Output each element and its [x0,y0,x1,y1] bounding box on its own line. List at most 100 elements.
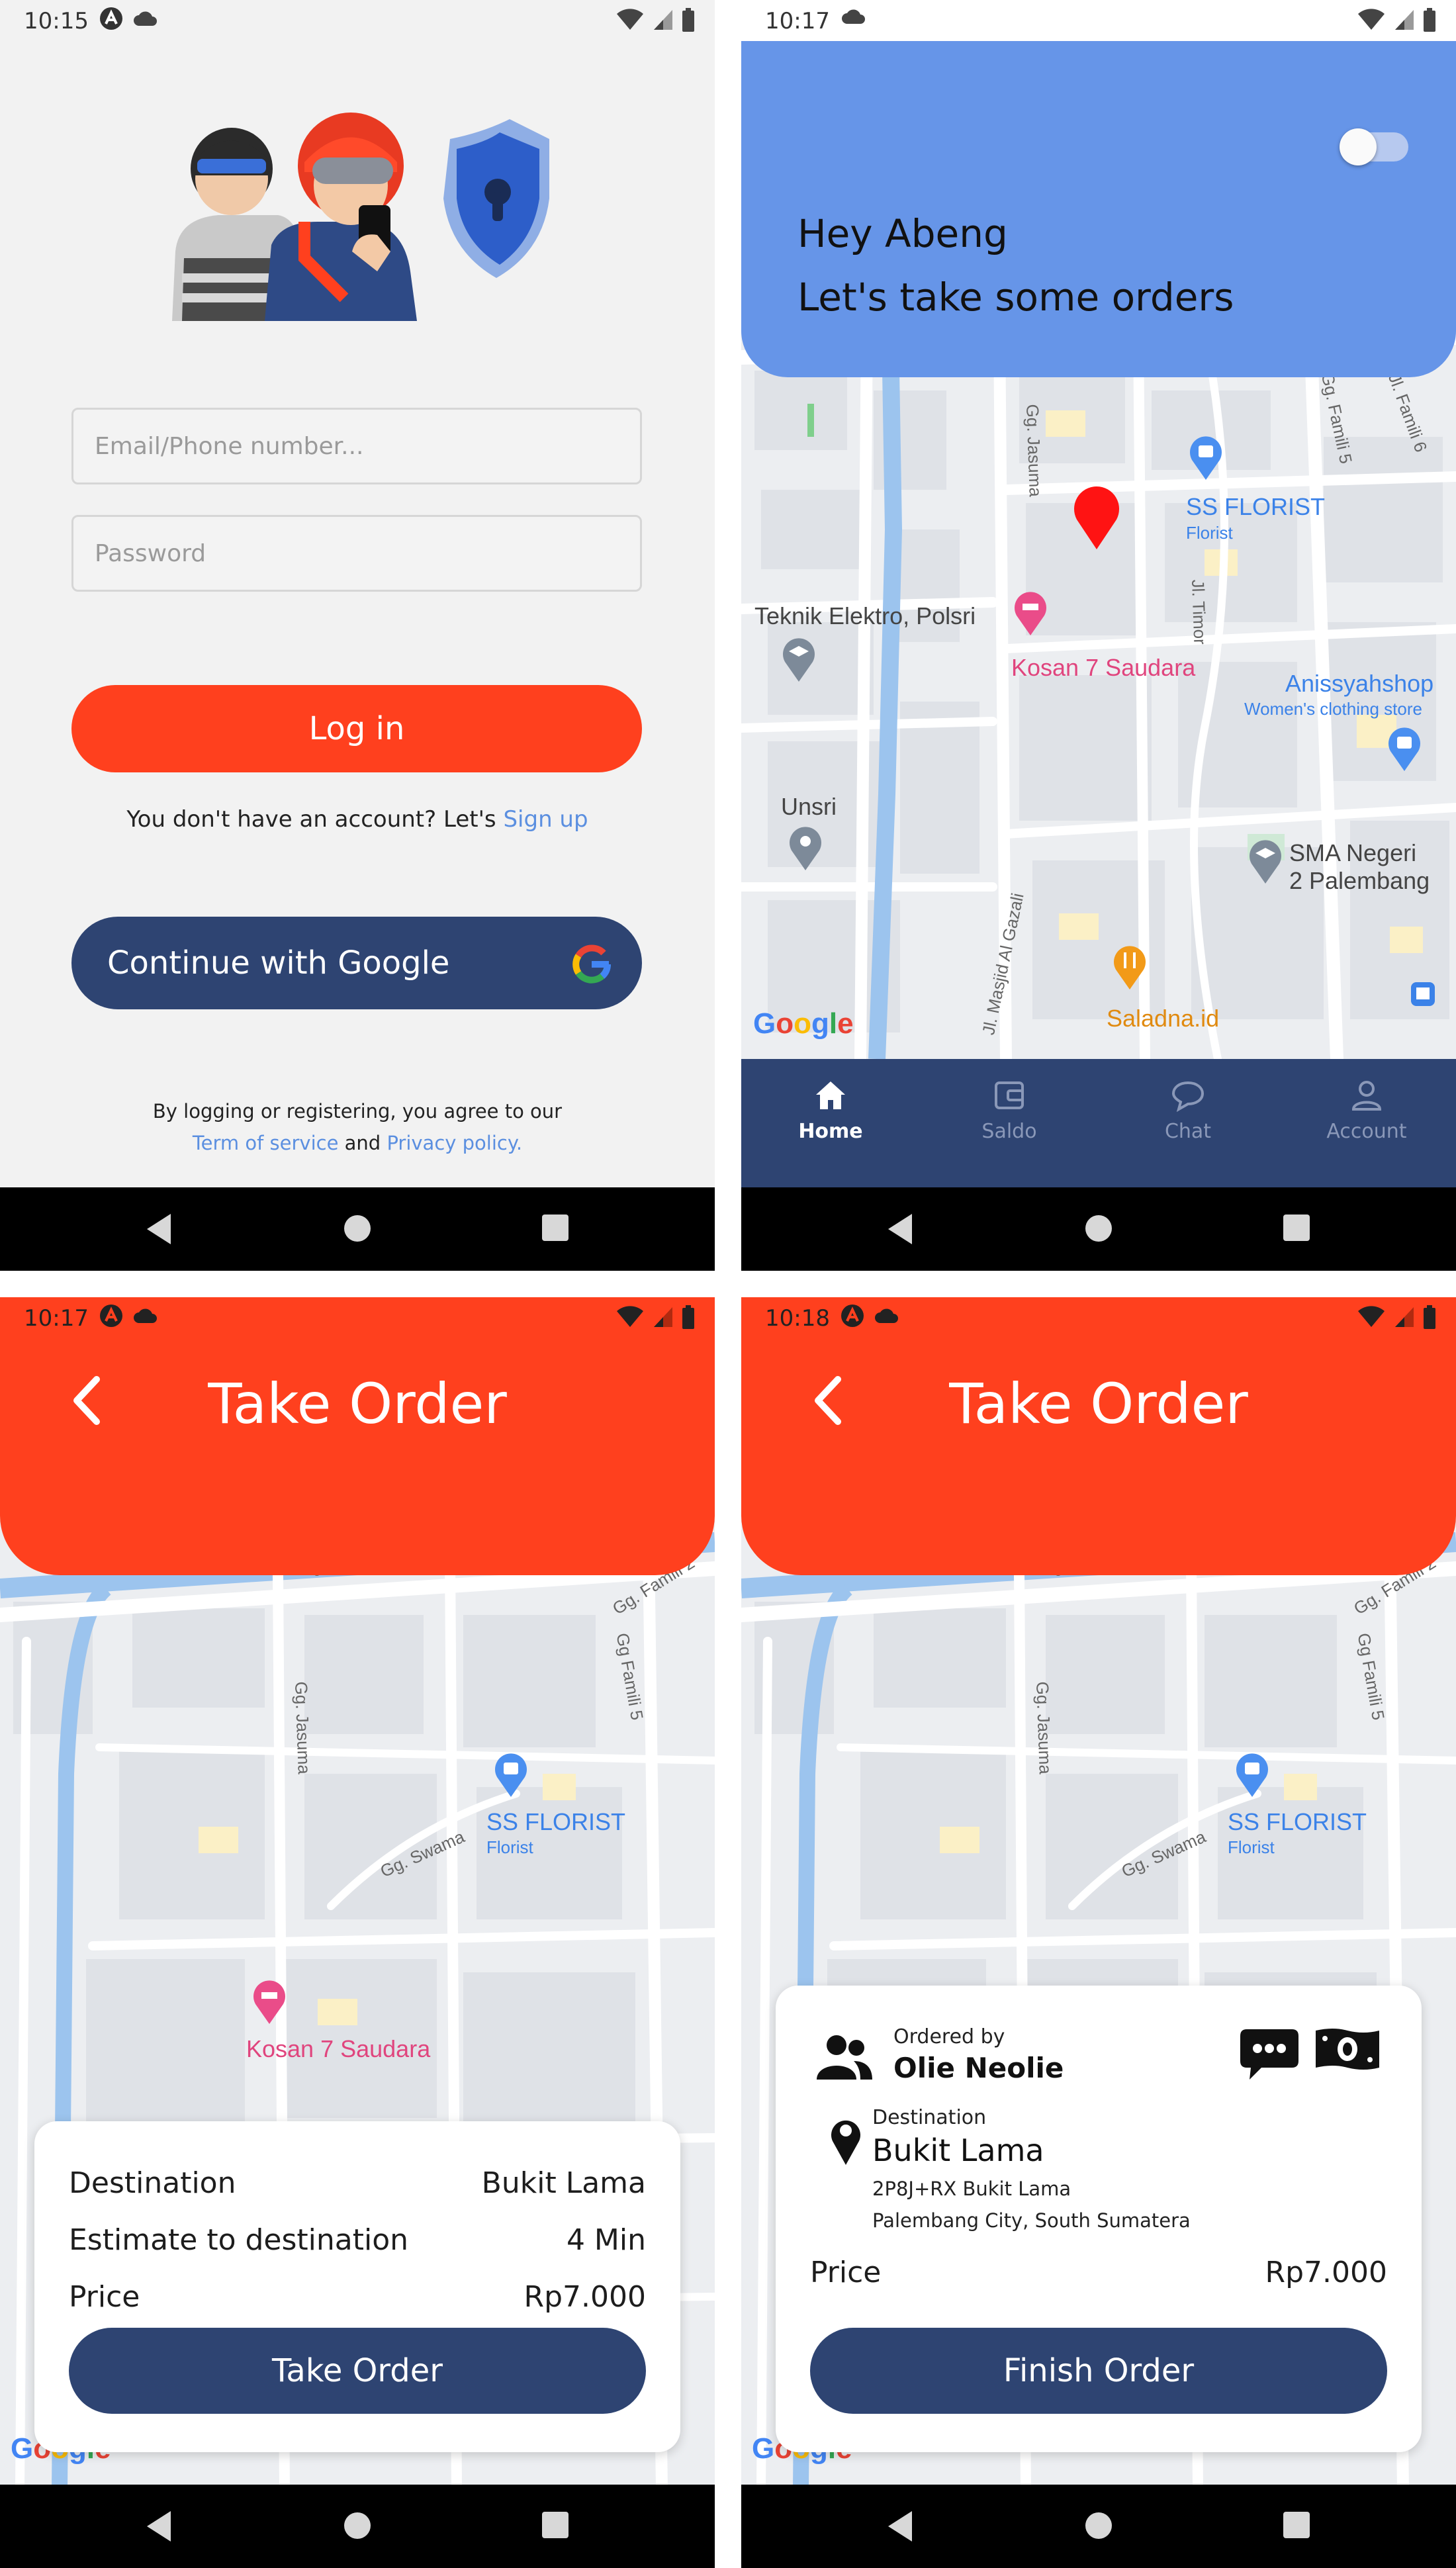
recents-nav-icon[interactable] [1281,1213,1312,1243]
place-category-label: Florist [486,1837,533,1857]
home-nav-icon[interactable] [1083,2510,1115,2542]
app-notification-icon [100,1305,122,1327]
chat-icon [1171,1081,1205,1113]
page-title: Take Order [949,1371,1248,1436]
cloud-icon [134,11,157,26]
street-label: Gg. Jasuma [1032,1681,1056,1775]
cloud-icon [875,1308,898,1323]
security-illustration [172,113,549,321]
terms-of-service-link[interactable]: Term of service [193,1132,339,1154]
price-row: Price Rp7.000 [69,2280,646,2314]
place-label: SS FLORIST [1186,493,1326,520]
bus-stop-icon [1411,982,1435,1006]
take-order-button-label: Take Order [271,2352,443,2389]
wifi-icon [617,1306,643,1327]
finish-order-button[interactable]: Finish Order [810,2328,1387,2414]
status-bar: 10:17 [741,0,1456,41]
destination-label: Destination [69,2166,236,2200]
login-screen: 10:15 Email/Phone number... Log in You d… [0,0,715,1271]
home-nav-icon[interactable] [341,1213,373,1244]
customer-group-icon [817,2035,872,2080]
status-time: 10:17 [765,8,830,34]
back-nav-icon[interactable] [144,1213,173,1246]
google-button-label: Continue with Google [107,944,450,982]
home-nav-icon[interactable] [1083,1213,1115,1244]
tab-label: Chat [1164,1120,1212,1143]
estimate-row: Estimate to destination 4 Min [69,2223,646,2257]
availability-toggle[interactable] [1340,128,1408,165]
recents-nav-icon[interactable] [540,1213,570,1243]
shop-poi-icon [1388,727,1420,771]
estimate-value: 4 Min [566,2223,646,2257]
customer-name: Olie Neolie [893,2052,1064,2084]
place-category-label: Women's clothing store [1244,699,1422,719]
place-label: Kosan 7 Saudara [1011,654,1196,681]
recents-nav-icon[interactable] [540,2510,570,2540]
back-nav-icon[interactable] [886,1213,915,1246]
system-nav-bar [741,1187,1456,1271]
map-view[interactable]: Gg. Jasuma Gg. Famili 5 Jl. Famili 6 Jl.… [741,331,1456,1059]
signup-prompt: You don't have an account? Let's Sign up [0,806,715,833]
tab-account[interactable]: Account [1277,1079,1456,1143]
email-input[interactable] [73,410,640,482]
status-time: 10:18 [765,1305,830,1332]
destination-label: Destination [872,2106,987,2129]
school-poi-icon [783,638,815,682]
price-label: Price [810,2256,882,2289]
home-screen: Gg. Jasuma Gg. Famili 5 Jl. Famili 6 Jl.… [741,0,1456,1271]
estimate-label: Estimate to destination [69,2223,409,2257]
battery-icon [682,1305,694,1329]
back-nav-icon[interactable] [144,2510,173,2543]
destination-value: Bukit Lama [481,2166,646,2200]
tab-label: Saldo [981,1120,1037,1143]
recents-nav-icon[interactable] [1281,2510,1312,2540]
chat-bubble-icon[interactable] [1239,2027,1300,2082]
place-poi-icon [790,827,821,870]
signal-icon [654,10,672,30]
tab-saldo[interactable]: Saldo [920,1079,1099,1143]
cloud-icon [842,9,865,24]
google-logo-icon [572,944,612,984]
battery-icon [682,8,694,32]
place-label: Anissyahshop [1285,670,1434,697]
place-label: SS FLORIST [486,1808,626,1835]
system-nav-bar [741,2485,1456,2568]
take-order-button[interactable]: Take Order [69,2328,646,2414]
tab-home[interactable]: Home [741,1079,920,1143]
address-line-1: 2P8J+RX Bukit Lama [872,2178,1071,2200]
signup-prompt-text: You don't have an account? Let's [126,806,496,833]
place-label: Unsri [781,793,837,820]
home-nav-icon[interactable] [341,2510,373,2542]
place-label-line: SMA Negeri [1289,839,1417,866]
street-label: Gg. Jasuma [291,1681,314,1775]
ordered-by-label: Ordered by [893,2025,1005,2048]
school-poi-icon [1250,840,1281,884]
account-icon [1351,1081,1382,1111]
page-title: Take Order [208,1371,507,1436]
email-field[interactable] [71,408,642,484]
privacy-policy-link[interactable]: Privacy policy. [387,1132,522,1154]
system-nav-bar [0,1187,715,1271]
location-pin-icon [831,2120,860,2165]
tab-chat[interactable]: Chat [1099,1079,1277,1143]
signal-icon [1395,10,1414,30]
google-signin-button[interactable]: Continue with Google [71,917,642,1009]
price-value: Rp7.000 [523,2280,646,2314]
lodging-poi-icon [1015,592,1046,635]
google-map-attribution: Google [753,1007,854,1040]
back-nav-icon[interactable] [886,2510,915,2543]
street-label: Gg. Jasuma [1023,404,1046,498]
status-time: 10:15 [24,8,89,34]
place-label: Kosan 7 Saudara [246,2035,431,2062]
app-notification-icon [841,1305,864,1327]
cloud-icon [134,1308,157,1323]
login-button[interactable]: Log in [71,685,642,772]
signal-icon [654,1307,672,1327]
signup-link[interactable]: Sign up [503,806,588,833]
address-line-2: Palembang City, South Sumatera [872,2209,1191,2232]
destination-name: Bukit Lama [872,2132,1044,2168]
password-field[interactable] [71,515,642,592]
password-input[interactable] [73,517,640,590]
shop-poi-icon [1190,436,1222,480]
place-category-label: Florist [1186,523,1233,543]
